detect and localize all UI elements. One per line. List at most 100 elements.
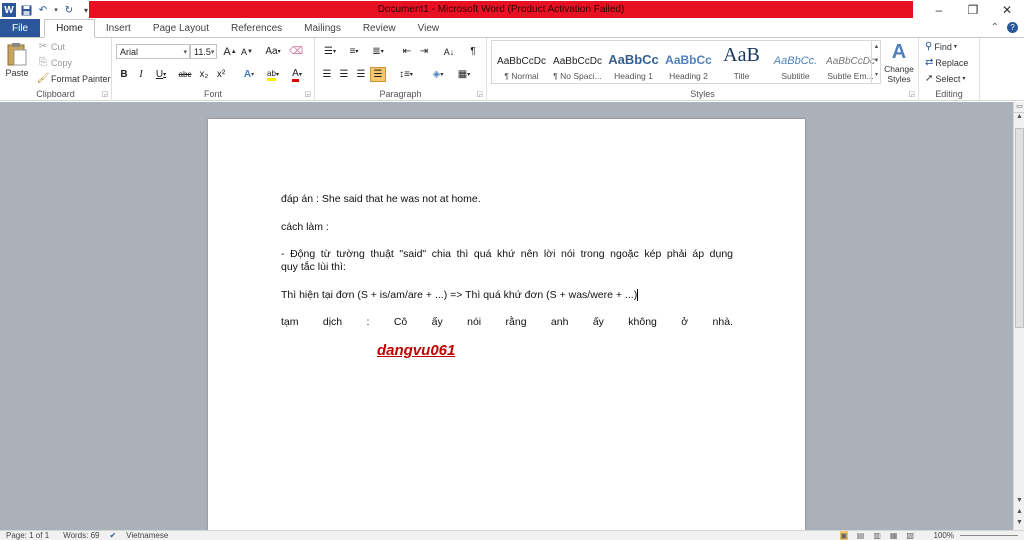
numbering-button[interactable]: ≡ ▾ <box>343 44 365 59</box>
tab-view[interactable]: View <box>407 19 451 37</box>
justify-icon: ☰ <box>373 69 383 80</box>
minimize-button[interactable]: – <box>922 0 956 20</box>
tab-page-layout[interactable]: Page Layout <box>142 19 220 37</box>
change-styles-button[interactable]: A Change Styles <box>883 40 915 84</box>
style-heading-2[interactable]: AaBbCc Heading 2 <box>661 43 716 83</box>
align-right-button[interactable]: ☰ <box>353 67 369 82</box>
tab-insert[interactable]: Insert <box>95 19 142 37</box>
style-subtitle[interactable]: AaBbCc. Subtitle <box>768 43 823 83</box>
save-icon[interactable] <box>19 3 33 17</box>
next-page-icon[interactable]: ▼ <box>1014 519 1024 530</box>
font-launcher-icon[interactable]: ◲ <box>304 90 311 98</box>
replace-button[interactable]: ⇄ Replace <box>925 57 968 68</box>
undo-icon[interactable]: ↶ <box>36 3 50 17</box>
styles-launcher-icon[interactable]: ◲ <box>908 90 915 98</box>
copy-button[interactable]: ⎘ Copy <box>37 57 72 68</box>
help-icon[interactable]: ? <box>1007 22 1018 33</box>
font-group-label: Font <box>203 89 222 99</box>
scroll-up-icon[interactable]: ▲ <box>1014 113 1024 124</box>
font-color-button[interactable]: A ▾ <box>286 67 308 82</box>
outline-icon[interactable]: ▦ <box>890 531 898 540</box>
format-painter-button[interactable]: 🖌 Format Painter <box>37 73 111 84</box>
cut-button[interactable]: ✂ Cut <box>37 41 65 52</box>
restore-button[interactable]: ❐ <box>956 0 990 20</box>
borders-button[interactable]: ▦ ▾ <box>453 67 475 82</box>
align-left-button[interactable]: ☰ <box>319 67 335 82</box>
strikethrough-button[interactable]: abc <box>176 67 194 82</box>
zoom-slider[interactable] <box>960 535 1018 536</box>
undo-dropdown-icon[interactable]: ▾ <box>53 3 59 17</box>
word-logo-icon[interactable]: W <box>2 3 16 17</box>
style-subtle-emphasis[interactable]: AaBbCcDc Subtle Em... <box>823 43 878 83</box>
style-title-preview: AaB <box>723 44 760 66</box>
subscript-button[interactable]: x₂ <box>196 67 212 82</box>
font-family-select[interactable]: Arial ▾ <box>116 44 190 59</box>
find-button[interactable]: ⚲ Find ▾ <box>925 41 957 52</box>
text-effects-button[interactable]: A ▾ <box>238 67 260 82</box>
word-window: W ↶ ▾ ↻ ▾ Document1 - Microsoft Word (Pr… <box>0 0 1024 540</box>
minimize-ribbon-icon[interactable]: ⌃ <box>991 22 999 33</box>
multilevel-list-button[interactable]: ≣ ▾ <box>367 44 389 59</box>
line-spacing-icon: ↕≡ <box>399 69 410 80</box>
style-heading-1[interactable]: AaBbCc Heading 1 <box>606 43 661 83</box>
highlight-button[interactable]: ab ▾ <box>262 67 284 82</box>
vertical-scrollbar[interactable]: ▭ ▲ ▼ ▲ ▼ <box>1013 102 1024 530</box>
decrease-indent-button[interactable]: ⇤ <box>399 44 415 59</box>
select-button[interactable]: ➚ Select ▾ <box>925 73 965 84</box>
zoom-level[interactable]: 100% <box>934 531 954 540</box>
scroll-down-icon[interactable]: ▼ <box>1014 497 1024 508</box>
tab-file[interactable]: File <box>0 19 41 37</box>
clipboard-launcher-icon[interactable]: ◲ <box>101 90 108 98</box>
eraser-icon: ⌫ <box>288 46 304 57</box>
prev-page-icon[interactable]: ▲ <box>1014 508 1024 519</box>
close-button[interactable]: ✕ <box>990 0 1024 20</box>
bullets-button[interactable]: ☰ ▾ <box>319 44 341 59</box>
line-spacing-button[interactable]: ↕≡ ▾ <box>395 67 417 82</box>
sort-button[interactable]: A↓ <box>441 44 457 59</box>
redo-icon[interactable]: ↻ <box>62 3 76 17</box>
status-words[interactable]: Words: 69 <box>63 531 99 540</box>
paste-button[interactable]: Paste <box>4 41 30 83</box>
status-page[interactable]: Page: 1 of 1 <box>6 531 49 540</box>
change-case-icon: Aa <box>265 46 278 57</box>
style-title[interactable]: AaB Title <box>714 43 769 83</box>
font-size-select[interactable]: 11.5 ▾ <box>190 44 217 59</box>
full-screen-reading-icon[interactable]: ▤ <box>857 531 865 540</box>
styles-more-icon[interactable]: ▾ <box>872 68 881 82</box>
change-case-button[interactable]: Aa ▾ <box>262 44 284 59</box>
status-language[interactable]: Vietnamese <box>126 531 168 540</box>
show-formatting-button[interactable]: ¶ <box>465 44 481 59</box>
style-normal[interactable]: AaBbCcDc ¶ Normal <box>494 43 549 83</box>
paste-icon <box>7 43 27 66</box>
shading-button[interactable]: ◈ ▾ <box>427 67 449 82</box>
justify-button[interactable]: ☰ <box>370 67 386 82</box>
grow-font-button[interactable]: A ▲ <box>222 44 238 59</box>
ruler-toggle-icon[interactable]: ▭ <box>1014 102 1024 113</box>
italic-button[interactable]: I <box>133 67 149 82</box>
styles-scroll-down-icon[interactable]: ▼ <box>872 54 881 68</box>
bold-button[interactable]: B <box>116 67 132 82</box>
paragraph-launcher-icon[interactable]: ◲ <box>476 90 483 98</box>
tab-references[interactable]: References <box>220 19 293 37</box>
tab-mailings[interactable]: Mailings <box>293 19 352 37</box>
tab-home[interactable]: Home <box>44 19 95 38</box>
style-heading-2-preview: AaBbCc <box>665 53 712 67</box>
clear-formatting-button[interactable]: ⌫ <box>288 44 304 59</box>
document-page[interactable]: đáp án : She said that he was not at hom… <box>208 119 805 530</box>
scroll-thumb[interactable] <box>1015 128 1024 328</box>
draft-icon[interactable]: ▧ <box>906 531 914 540</box>
style-no-spacing[interactable]: AaBbCcDc ¶ No Spaci... <box>550 43 605 83</box>
align-left-icon: ☰ <box>322 69 332 80</box>
increase-indent-button[interactable]: ⇥ <box>416 44 432 59</box>
bold-icon: B <box>120 69 128 80</box>
styles-scroll-up-icon[interactable]: ▲ <box>872 40 881 54</box>
superscript-button[interactable]: x² <box>213 67 229 82</box>
web-layout-icon[interactable]: ▥ <box>873 531 881 540</box>
shrink-font-button[interactable]: A ▼ <box>239 44 255 59</box>
align-center-button[interactable]: ☰ <box>336 67 352 82</box>
underline-button[interactable]: U ▾ <box>150 67 172 82</box>
print-layout-icon[interactable]: ▣ <box>840 531 848 540</box>
proofing-icon[interactable]: ✔ <box>109 531 116 540</box>
cursor-arrow-icon: ➚ <box>925 73 934 84</box>
tab-review[interactable]: Review <box>352 19 407 37</box>
